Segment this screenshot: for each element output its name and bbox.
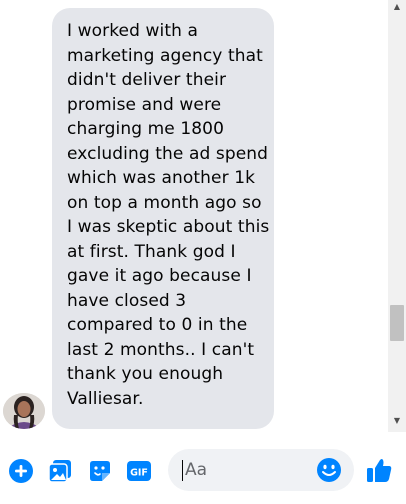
message-line: Valliesar.	[67, 388, 144, 409]
message-line: on top a month ago so	[67, 192, 262, 213]
message-line: last 2 months.. I can't	[67, 339, 255, 360]
message-line: marketing agency that	[67, 45, 263, 66]
sender-avatar[interactable]	[3, 393, 45, 429]
message-input-placeholder: Aa	[185, 460, 208, 480]
gif-label: GIF	[130, 468, 148, 479]
scrollbar-thumb[interactable]	[390, 305, 404, 341]
message-thread: I worked with a marketing agency that di…	[0, 0, 406, 432]
gif-icon[interactable]: GIF	[126, 458, 152, 484]
emoji-icon[interactable]	[316, 457, 342, 483]
message-line: thank you enough	[67, 364, 224, 384]
message-line: gave it ago because I	[67, 266, 252, 286]
like-icon[interactable]	[365, 456, 393, 484]
message-line: I was skeptic about this	[67, 217, 270, 237]
message-line: have closed 3	[67, 290, 187, 311]
message-line: didn't deliver their	[67, 70, 227, 90]
message-input[interactable]: Aa	[168, 449, 354, 491]
message-line: which was another 1k	[67, 168, 256, 188]
message-line: I worked with a	[67, 21, 198, 41]
message-line: promise and were	[67, 94, 222, 115]
scroll-up-arrow-icon[interactable]: ▲	[388, 0, 406, 14]
message-bubble[interactable]: I worked with a marketing agency that di…	[52, 8, 274, 429]
message-line: at first. Thank god I	[67, 241, 236, 262]
message-line: compared to 0 in the	[67, 315, 248, 335]
photo-icon[interactable]	[47, 458, 73, 484]
scrollbar[interactable]: ▲ ▼	[388, 0, 406, 432]
message-line: charging me 1800	[67, 119, 224, 139]
plus-icon[interactable]	[8, 458, 34, 484]
text-caret	[182, 460, 183, 481]
avatar-image	[3, 393, 45, 429]
composer-bar: GIF Aa	[0, 432, 406, 504]
message-line: excluding the ad spend	[67, 143, 269, 164]
sticker-icon[interactable]	[87, 458, 113, 484]
scroll-down-arrow-icon[interactable]: ▼	[388, 414, 406, 428]
